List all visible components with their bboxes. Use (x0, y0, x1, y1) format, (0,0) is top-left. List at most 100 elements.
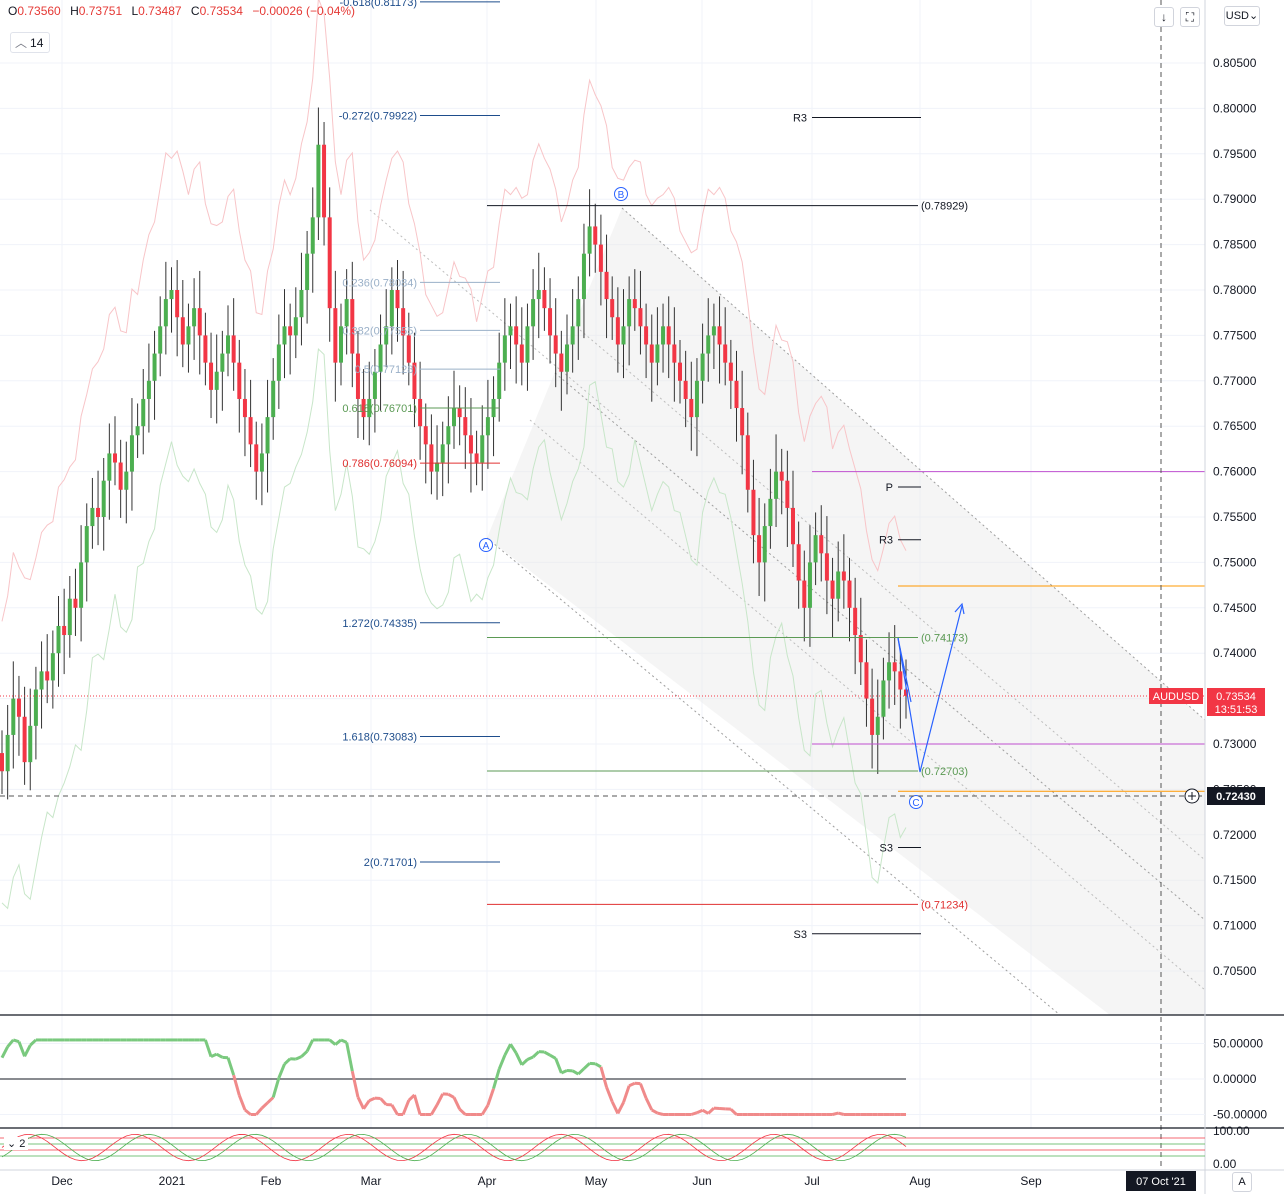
candle-body (796, 544, 801, 581)
candle-body (813, 535, 818, 563)
osc-line-segment (707, 1107, 715, 1115)
osc-line-segment (520, 1058, 529, 1066)
time-tick-label: Mar (361, 1174, 382, 1188)
candle-body (542, 290, 547, 309)
symbol-tag-text: AUDUSD (1153, 691, 1200, 703)
ohlc-legend: O0.73560 H0.73751 L0.73487 C0.73534 −0.0… (8, 4, 355, 18)
osc-line-segment (486, 1088, 495, 1106)
auto-scale-label: A (1238, 1176, 1246, 1188)
candle-body (774, 471, 779, 499)
candle-body (627, 299, 632, 327)
osc-line-segment (356, 1096, 365, 1110)
candle-body (836, 571, 841, 599)
osc-tick-label: -50.00000 (1213, 1108, 1267, 1122)
candle-body (113, 453, 117, 463)
candle-body (632, 299, 637, 309)
candle-body (406, 335, 411, 363)
open-label: O (8, 4, 18, 18)
candle-body (327, 217, 332, 309)
candle-body (593, 226, 598, 245)
projection-label: (0.72703) (921, 766, 968, 778)
candle-body (452, 408, 456, 427)
osc-line-segment (554, 1057, 563, 1074)
price-tick-label: 0.73000 (1213, 737, 1257, 751)
pivot-label: R3 (793, 112, 807, 124)
candle-body (440, 444, 445, 463)
price-tick-label: 0.79000 (1213, 192, 1257, 206)
candle-body (146, 380, 151, 399)
osc-line-segment (837, 1111, 845, 1116)
osc-line-segment (244, 1108, 252, 1116)
osc-line-segment (413, 1094, 422, 1115)
arrow-down-icon[interactable]: ↓ (1154, 7, 1174, 27)
osc-line-segment (532, 1050, 540, 1059)
osc-line-segment (266, 1096, 275, 1104)
osc-line-segment (226, 1057, 236, 1076)
candle-body (717, 326, 722, 345)
indicator-toggle[interactable]: ︿ 14 (10, 32, 51, 53)
candle-body (418, 398, 423, 427)
osc-line-segment (616, 1101, 625, 1115)
change-value: −0.00026 (−0.04%) (252, 4, 356, 18)
candle-body (604, 271, 609, 300)
candle-body (56, 625, 61, 654)
candle-body (11, 698, 16, 735)
indicator2-pane: 100.00 0.00 (0, 1124, 1250, 1171)
candle-body (864, 662, 869, 699)
pivot-label: R3 (879, 535, 893, 547)
time-tick-label: Jul (804, 1174, 819, 1188)
candle-body (610, 299, 615, 318)
fib-level-label: 0.618(0.76701) (342, 403, 417, 415)
osc-line-segment (283, 1057, 292, 1066)
candle-body (50, 653, 55, 681)
candle-body (299, 290, 304, 318)
price-tick-label: 0.78000 (1213, 283, 1257, 297)
fib-level-label: 0.5(0.77128) (355, 364, 417, 376)
candle-body (887, 662, 892, 681)
osc-line-segment (690, 1111, 698, 1116)
osc-line-segment (340, 1038, 348, 1044)
indicator2-toggle[interactable]: ⌄ 2 (4, 1137, 29, 1150)
chevron-up-icon: ︿ (15, 36, 28, 50)
currency-select[interactable]: USD⌄ (1224, 6, 1260, 26)
candle-body (129, 435, 134, 472)
candle-body (293, 317, 298, 336)
candle-body (84, 526, 89, 563)
candle-body (180, 317, 185, 345)
high-value: 0.73751 (78, 4, 123, 18)
osc-line-segment (543, 1050, 551, 1057)
auto-scale-button[interactable]: A (1232, 1172, 1252, 1192)
osc-line-segment (526, 1055, 534, 1061)
candle-body (666, 326, 671, 345)
close-label: C (190, 4, 200, 18)
candle-body (525, 326, 530, 363)
candle-body (265, 417, 270, 454)
candle-body (644, 326, 649, 345)
wave-label: C (912, 798, 919, 809)
price-tick-label: 0.80000 (1213, 101, 1257, 115)
close-value: 0.73534 (199, 4, 243, 18)
candle-body (231, 335, 236, 363)
candle-body (638, 308, 643, 327)
candle-body (621, 326, 626, 345)
candle-body (237, 362, 242, 399)
osc-line-segment (277, 1063, 286, 1079)
candle-body (259, 453, 264, 472)
candle-body (310, 217, 315, 254)
ind2-tick-label: 0.00 (1213, 1157, 1237, 1171)
chart-canvas[interactable]: -0.618(0.81173)-0.272(0.79922)0.236(0.78… (0, 0, 1284, 1194)
indicator-length: 14 (30, 36, 44, 50)
candle-body (519, 344, 524, 363)
fullscreen-icon[interactable]: ⛶ (1180, 7, 1200, 27)
candle-body (514, 326, 519, 345)
candle-body (209, 362, 214, 390)
osc-line-segment (379, 1097, 388, 1106)
osc-line-segment (430, 1104, 439, 1116)
candle-body (649, 344, 654, 363)
candle-body (73, 598, 78, 608)
price-tick-label: 0.80500 (1213, 56, 1257, 70)
osc-line-segment (232, 1074, 241, 1096)
open-value: 0.73560 (17, 4, 61, 18)
candle-body (248, 417, 253, 445)
candle-body (757, 535, 762, 563)
